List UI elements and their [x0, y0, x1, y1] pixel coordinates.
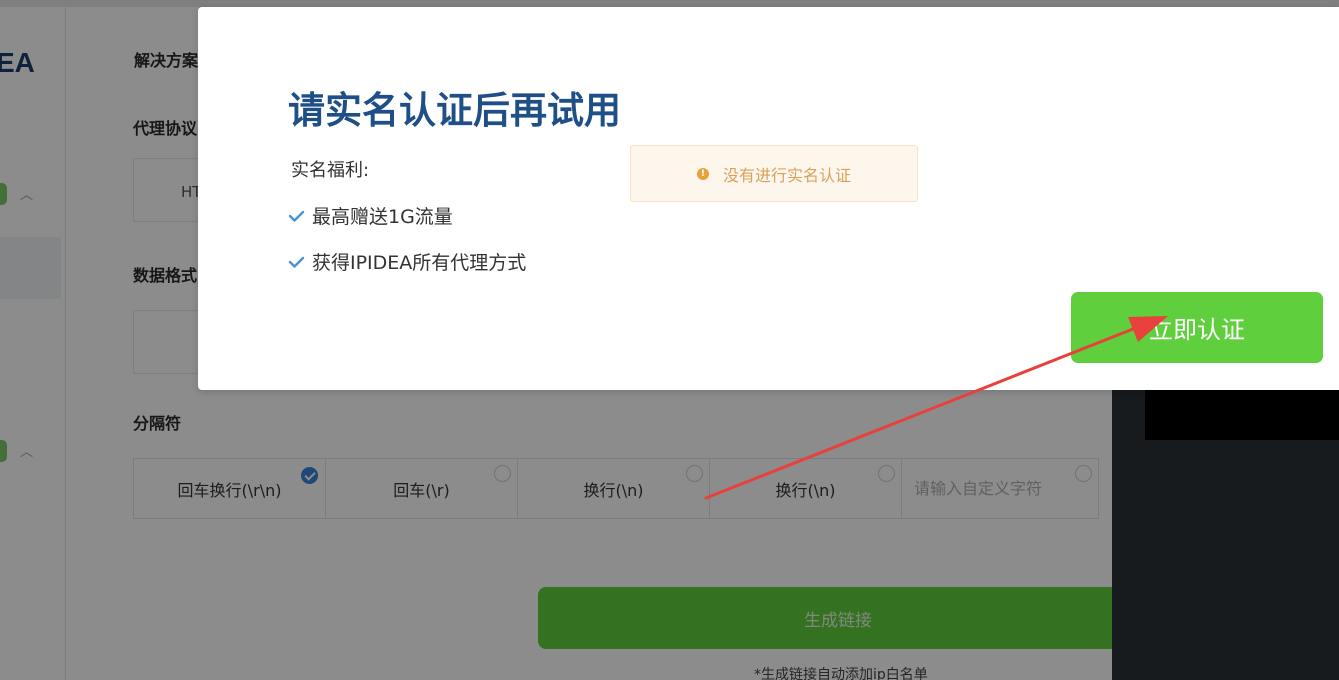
alert-text: 没有进行实名认证	[722, 165, 851, 185]
benefit-item: 获得IPIDEA所有代理方式	[288, 248, 526, 275]
benefit-text: 获得IPIDEA所有代理方式	[312, 252, 527, 274]
dark-block	[1145, 390, 1339, 440]
modal-title: 请实名认证后再试用	[288, 89, 621, 132]
warning-icon: !	[696, 167, 709, 180]
benefit-item: 最高赠送1G流量	[288, 202, 453, 229]
benefits-heading: 实名福利:	[291, 160, 370, 181]
benefit-text: 最高赠送1G流量	[312, 206, 453, 228]
not-verified-alert: ! 没有进行实名认证	[630, 145, 918, 202]
check-icon	[288, 210, 305, 222]
verification-modal: 请实名认证后再试用 实名福利: 最高赠送1G流量 获得IPIDEA所有代理方式 …	[198, 7, 1339, 390]
check-icon	[288, 256, 305, 268]
verify-now-button[interactable]: 立即认证	[1071, 292, 1323, 363]
